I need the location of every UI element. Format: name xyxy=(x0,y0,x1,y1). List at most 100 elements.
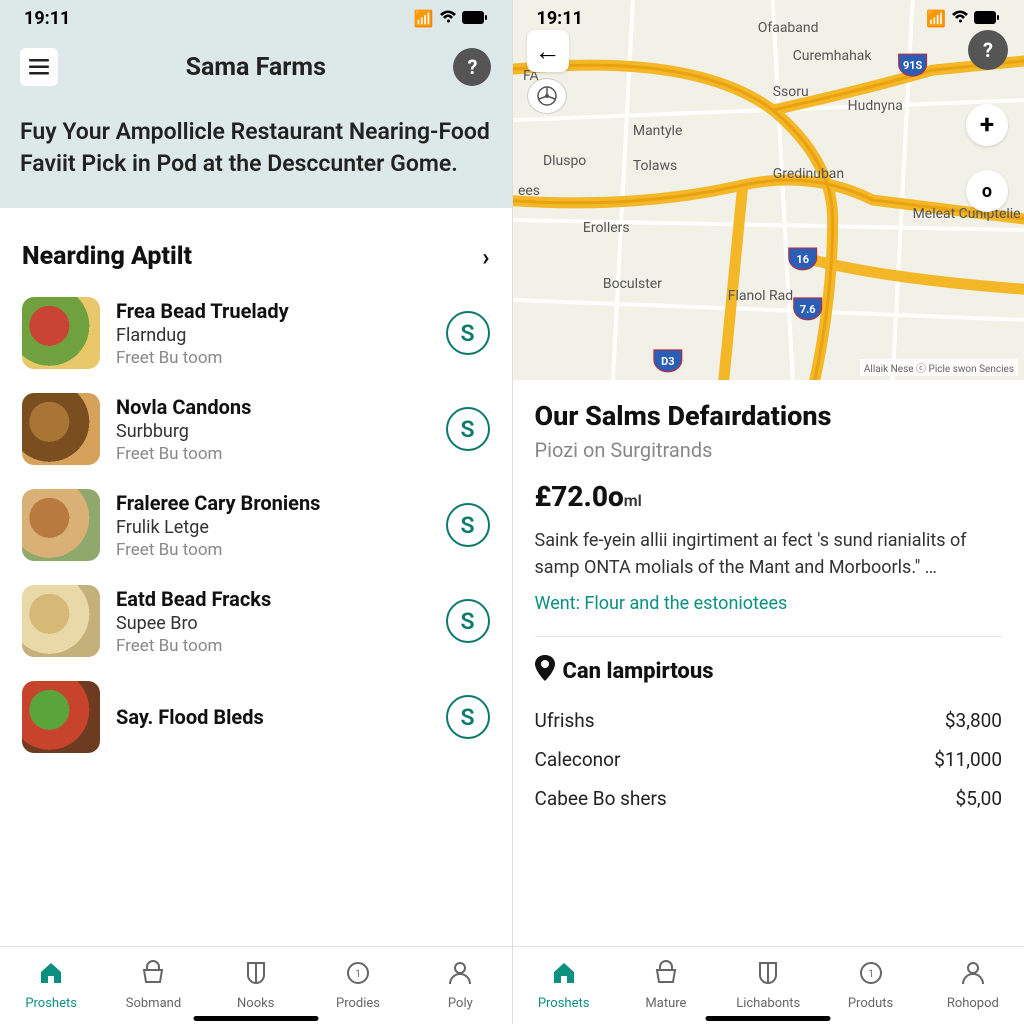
section-title: Nearding Aptilt xyxy=(22,242,192,271)
locate-button[interactable]: o xyxy=(966,170,1008,212)
tab-icon xyxy=(653,960,679,992)
wifi-icon xyxy=(951,9,969,28)
battery-icon xyxy=(462,9,488,28)
status-icons: 📶 xyxy=(926,9,1000,28)
cost-row: Ufrishs $3,800 xyxy=(535,701,1003,740)
cost-label: Caleconor xyxy=(535,748,621,771)
food-item[interactable]: Novla Candons Surbburg Freet Bu toom S xyxy=(22,381,490,477)
cost-value: $11,000 xyxy=(934,748,1002,771)
tab-icon: 1 xyxy=(345,960,371,992)
food-name: Novla Candons xyxy=(116,395,430,419)
food-info: Novla Candons Surbburg Freet Bu toom xyxy=(116,395,430,464)
tab-icon xyxy=(551,960,577,992)
clock: 19:11 xyxy=(537,8,583,29)
map-label: Meleat Cuniptelie xyxy=(912,206,1020,222)
map-label: Hudnyna xyxy=(847,98,902,114)
svg-text:1: 1 xyxy=(355,969,361,980)
map-label: Flanol Rad xyxy=(727,288,792,304)
tabbar-left: Proshets Sobmand Nooks 1Prodies Poly xyxy=(0,946,512,1024)
map-label: Dluspo xyxy=(542,153,585,169)
food-image xyxy=(22,489,100,561)
food-meta: Freet Bu toom xyxy=(116,348,430,368)
map[interactable]: OfaabandCuremhahakSsoruHudnynaFAMantyleD… xyxy=(513,0,1024,380)
detail-price: £72.0oml xyxy=(535,480,1003,513)
tab-produts[interactable]: 1Produts xyxy=(819,947,921,1024)
route-shield-icon: 16 xyxy=(788,248,816,270)
help-button[interactable]: ? xyxy=(453,48,491,86)
status-icons: 📶 xyxy=(414,9,488,28)
cost-row: Cabee Bo shers$5,00 xyxy=(535,779,1003,818)
detail-description: Saink fe-yein allii ingirtiment aı fect … xyxy=(535,527,1003,581)
app-title: Sama Farms xyxy=(186,53,326,82)
signal-icon: 📶 xyxy=(414,9,434,28)
tabbar-right: ProshetsMatureLichabonts1Produts Rohopod xyxy=(513,946,1024,1024)
food-item[interactable]: Eatd Bead Fracks Supee Bro Freet Bu toom… xyxy=(22,573,490,669)
food-sub: Surbburg xyxy=(116,421,430,442)
detail-link[interactable]: Went: Flour and the estoniotees xyxy=(535,593,788,614)
food-sub: Supee Bro xyxy=(116,613,430,634)
food-item[interactable]: Say. Flood Bleds S xyxy=(22,669,490,765)
tab-poly[interactable]: Poly xyxy=(409,947,511,1024)
tab-proshets[interactable]: Proshets xyxy=(513,947,615,1024)
detail-subtitle: Piozi on Surgitrands xyxy=(535,438,1003,462)
back-button[interactable]: ← xyxy=(527,30,569,72)
food-item[interactable]: Fraleree Cary Broniens Frulik Letge Free… xyxy=(22,477,490,573)
price-badge[interactable]: S xyxy=(446,599,490,643)
food-list: Frea Bead Truelady Flarndug Freet Bu too… xyxy=(0,285,512,765)
tab-label: Rohopod xyxy=(947,996,999,1011)
tab-label: Nooks xyxy=(237,996,274,1011)
tab-icon xyxy=(960,960,986,992)
food-info: Eatd Bead Fracks Supee Bro Freet Bu toom xyxy=(116,587,430,656)
food-name: Eatd Bead Fracks xyxy=(116,587,430,611)
cost-value: $5,00 xyxy=(956,787,1002,810)
tab-label: Sobmand xyxy=(126,996,181,1011)
food-image xyxy=(22,393,100,465)
zoom-in-button[interactable]: + xyxy=(966,104,1008,146)
food-name: Frea Bead Truelady xyxy=(116,299,430,323)
price-badge[interactable]: S xyxy=(446,407,490,451)
cost-value: $3,800 xyxy=(945,709,1002,732)
tab-prodies[interactable]: 1Prodies xyxy=(307,947,409,1024)
tab-proshets[interactable]: Proshets xyxy=(0,947,102,1024)
home-indicator xyxy=(193,1016,318,1021)
food-name: Fraleree Cary Broniens xyxy=(116,491,430,515)
tab-lichabonts[interactable]: Lichabonts xyxy=(717,947,819,1024)
price-badge[interactable]: S xyxy=(446,311,490,355)
price-badge[interactable]: S xyxy=(446,503,490,547)
food-info: Fraleree Cary Broniens Frulik Letge Free… xyxy=(116,491,430,560)
food-sub: Frulik Letge xyxy=(116,517,430,538)
map-label: Mantyle xyxy=(632,123,682,139)
header-row: Sama Farms ? xyxy=(0,36,512,86)
svg-text:16: 16 xyxy=(796,253,809,266)
food-image xyxy=(22,681,100,753)
food-item[interactable]: Frea Bead Truelady Flarndug Freet Bu too… xyxy=(22,285,490,381)
tab-sobmand[interactable]: Sobmand xyxy=(102,947,204,1024)
section-header[interactable]: Nearding Aptilt › xyxy=(0,238,512,285)
tab-label: Poly xyxy=(448,996,473,1011)
tab-nooks[interactable]: Nooks xyxy=(205,947,307,1024)
food-image xyxy=(22,585,100,657)
tab-mature[interactable]: Mature xyxy=(615,947,717,1024)
map-label: Curemhahak xyxy=(792,48,872,64)
hero-text: Fuy Your Ampollicle Restaurant Nearing-F… xyxy=(0,86,512,190)
right-phone: 19:11 📶 xyxy=(512,0,1024,1024)
tab-rohopod[interactable]: Rohopod xyxy=(922,947,1024,1024)
hero-area: 19:11 📶 Sama Farms ? Fuy Your Ampollicle… xyxy=(0,0,512,208)
map-label: ees xyxy=(517,183,539,199)
food-meta: Freet Bu toom xyxy=(116,444,430,464)
cost-label: Ufrishs xyxy=(535,709,595,732)
clock: 19:11 xyxy=(24,8,70,29)
help-button[interactable]: ? xyxy=(968,30,1008,70)
home-indicator xyxy=(706,1016,831,1021)
map-svg: OfaabandCuremhahakSsoruHudnynaFAMantyleD… xyxy=(513,0,1024,380)
tab-label: Proshets xyxy=(25,996,77,1011)
tab-icon xyxy=(755,960,781,992)
list-card: Nearding Aptilt › Frea Bead Truelady Fla… xyxy=(0,218,512,1024)
svg-text:1: 1 xyxy=(868,969,874,980)
steering-icon[interactable] xyxy=(527,78,567,114)
divider xyxy=(535,636,1003,637)
price-badge[interactable]: S xyxy=(446,695,490,739)
detail-title: Our Salms Defaırdations xyxy=(535,400,1003,432)
svg-text:D3: D3 xyxy=(661,355,674,368)
menu-button[interactable] xyxy=(20,48,58,86)
